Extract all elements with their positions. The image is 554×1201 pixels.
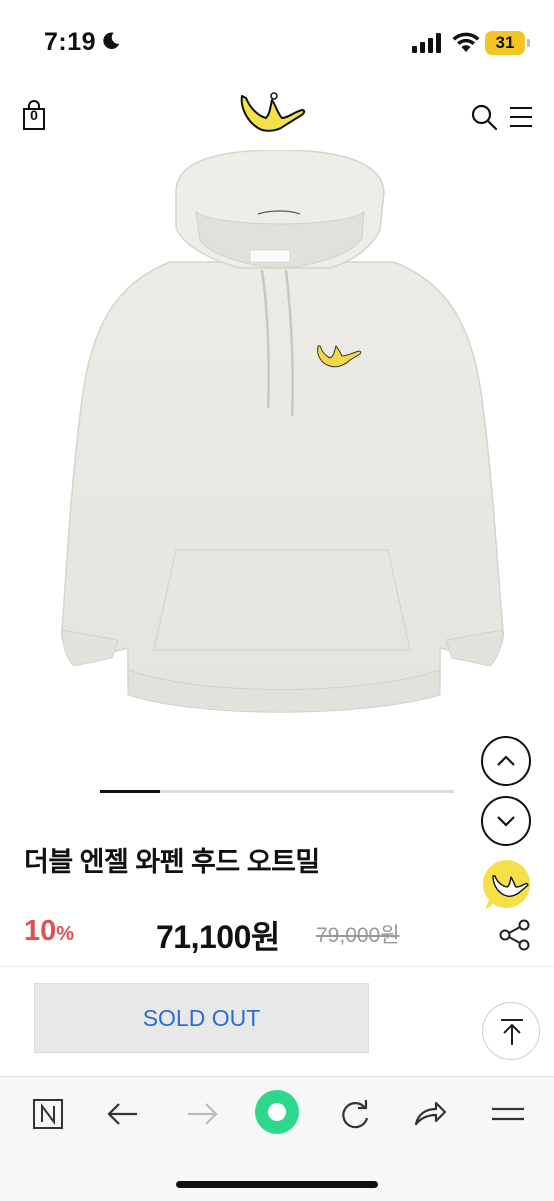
discount-value: 10	[24, 915, 57, 947]
scroll-up-button[interactable]	[481, 736, 531, 786]
battery-tip	[527, 39, 530, 47]
chevron-down-icon	[497, 816, 515, 827]
status-time: 7:19	[44, 28, 97, 56]
sold-out-button[interactable]: SOLD OUT	[34, 983, 369, 1053]
status-bar: 7:19 31	[0, 0, 554, 88]
scroll-down-button[interactable]	[481, 796, 531, 846]
hamburger-icon[interactable]	[490, 1096, 526, 1132]
product-title: 더블 엔젤 와펜 후드 오트밀	[24, 847, 320, 877]
reload-icon[interactable]	[337, 1096, 373, 1132]
share-icon[interactable]	[498, 918, 532, 952]
forward-arrow-icon[interactable]	[184, 1096, 220, 1132]
cart-count: 0	[30, 107, 38, 123]
home-circle-icon[interactable]	[254, 1089, 300, 1135]
angel-logo[interactable]	[236, 88, 308, 138]
product-image[interactable]	[0, 150, 554, 770]
search-icon[interactable]	[470, 103, 498, 131]
site-header: 0	[0, 88, 554, 151]
wifi-icon	[452, 32, 480, 52]
back-arrow-icon[interactable]	[105, 1096, 141, 1132]
sale-price: 71,100원	[156, 919, 280, 955]
chat-bot-icon[interactable]	[479, 858, 535, 914]
chevron-up-icon	[497, 755, 515, 766]
battery-indicator: 31	[485, 31, 525, 55]
image-pager-progress	[100, 790, 161, 793]
share-arrow-icon[interactable]	[412, 1096, 448, 1132]
section-divider	[0, 966, 554, 967]
menu-icon[interactable]	[508, 104, 534, 130]
arrow-up-to-top-icon	[501, 1019, 523, 1045]
image-pager	[100, 790, 454, 793]
back-to-top-button[interactable]	[482, 1002, 540, 1060]
original-price: 79,000원	[316, 924, 400, 947]
moon-icon	[103, 32, 120, 49]
discount-rate: 10%	[24, 915, 74, 948]
signal-icon	[412, 33, 441, 53]
home-indicator	[176, 1181, 378, 1188]
naver-n-icon[interactable]	[30, 1096, 66, 1132]
discount-unit: %	[56, 923, 75, 945]
